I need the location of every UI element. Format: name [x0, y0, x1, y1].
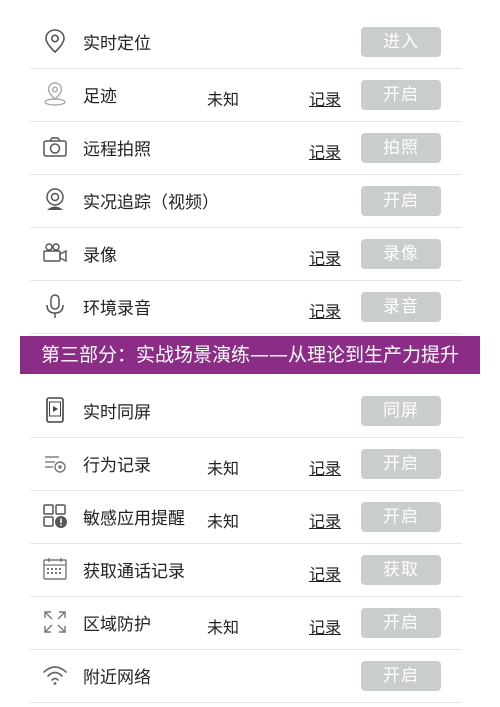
enable-button[interactable]: 开启 [361, 80, 441, 110]
camera-icon [40, 131, 70, 163]
record-link[interactable]: 记录 [309, 298, 341, 322]
enable-button[interactable]: 开启 [361, 661, 441, 691]
record-link[interactable]: 记录 [309, 614, 341, 638]
row-label: 足迹 [83, 87, 117, 107]
row-label: 附近网络 [83, 668, 151, 688]
microphone-icon [40, 290, 70, 322]
location-pin-icon [40, 25, 70, 57]
wifi-icon [40, 659, 70, 691]
status-text: 未知 [207, 90, 240, 109]
record-link[interactable]: 记录 [309, 561, 341, 585]
enable-button[interactable]: 开启 [361, 186, 441, 216]
enable-button[interactable]: 开启 [361, 502, 441, 532]
row-video-record: 录像 记录 录像 [30, 227, 462, 281]
row-label: 远程拍照 [83, 140, 151, 160]
row-realtime-location: 实时定位 进入 [30, 15, 462, 69]
row-label: 实况追踪（视频） [83, 193, 219, 213]
row-label: 实时同屏 [83, 403, 151, 423]
record-link[interactable]: 记录 [309, 455, 341, 479]
row-call-log: 获取通话记录 记录 获取 [30, 543, 462, 597]
record-audio-button[interactable]: 录音 [361, 292, 441, 322]
row-label: 行为记录 [83, 456, 151, 476]
record-link[interactable]: 记录 [309, 508, 341, 532]
record-link[interactable]: 记录 [309, 245, 341, 269]
row-label: 录像 [83, 246, 117, 266]
row-footprint: 足迹 未知 记录 开启 [30, 68, 462, 122]
status-text: 未知 [207, 512, 240, 531]
record-link[interactable]: 记录 [309, 86, 341, 110]
row-live-tracking: 实况追踪（视频） 开启 [30, 174, 462, 228]
webcam-icon [40, 184, 70, 216]
row-screen-mirror: 实时同屏 同屏 [30, 384, 462, 438]
record-link[interactable]: 记录 [309, 139, 341, 163]
fetch-button[interactable]: 获取 [361, 555, 441, 585]
expand-arrows-icon [40, 606, 70, 638]
section-banner: 第三部分：实战场景演练——从理论到生产力提升 [20, 336, 480, 374]
calendar-call-log-icon [40, 553, 70, 585]
row-label: 区域防护 [83, 615, 151, 635]
row-behavior-log: 行为记录 未知 记录 开启 [30, 437, 462, 491]
enter-button[interactable]: 进入 [361, 27, 441, 57]
video-camera-icon [40, 237, 70, 269]
take-photo-button[interactable]: 拍照 [361, 133, 441, 163]
enable-button[interactable]: 开启 [361, 608, 441, 638]
status-text: 未知 [207, 459, 240, 478]
row-area-protection: 区域防护 未知 记录 开启 [30, 596, 462, 650]
row-label: 获取通话记录 [83, 562, 185, 582]
row-label: 敏感应用提醒 [83, 509, 185, 529]
enable-button[interactable]: 开启 [361, 449, 441, 479]
status-text: 未知 [207, 618, 240, 637]
row-remote-photo: 远程拍照 记录 拍照 [30, 121, 462, 175]
row-sensitive-app-alert: 敏感应用提醒 未知 记录 开启 [30, 490, 462, 544]
record-video-button[interactable]: 录像 [361, 239, 441, 269]
mirror-button[interactable]: 同屏 [361, 396, 441, 426]
tablet-play-icon [40, 394, 70, 426]
footprint-pin-icon [40, 78, 70, 110]
row-ambient-audio: 环境录音 记录 录音 [30, 280, 462, 334]
row-label: 环境录音 [83, 299, 151, 319]
row-nearby-network: 附近网络 开启 [30, 649, 462, 703]
app-alert-icon [40, 500, 70, 532]
behavior-log-icon [40, 447, 70, 479]
row-label: 实时定位 [83, 34, 151, 54]
